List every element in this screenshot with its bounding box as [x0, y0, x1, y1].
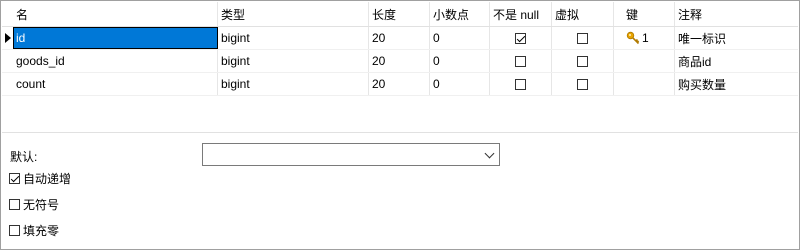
virtual-cell: [552, 27, 614, 49]
field-length-cell[interactable]: 20: [369, 50, 430, 72]
header-length[interactable]: 长度: [369, 2, 430, 26]
row-indicator: [2, 50, 13, 72]
default-label: 默认:: [10, 150, 38, 164]
virtual-cell: [552, 50, 614, 72]
virtual-checkbox[interactable]: [577, 55, 588, 67]
table-row[interactable]: id bigint 20 0 1 唯一标识: [2, 27, 798, 50]
auto-increment-option[interactable]: 自动递增: [9, 170, 71, 187]
field-comment-cell[interactable]: 商品id: [675, 50, 798, 72]
panel-divider: [2, 132, 798, 133]
fields-grid: 名 类型 长度 小数点 不是 null 虚拟 键 注释 id bigint 20…: [2, 2, 798, 96]
field-type-cell[interactable]: bigint: [218, 27, 369, 49]
key-cell[interactable]: [614, 50, 675, 72]
unsigned-checkbox[interactable]: [9, 199, 20, 210]
unsigned-label: 无符号: [23, 198, 60, 212]
field-type-cell[interactable]: bigint: [218, 50, 369, 72]
zerofill-label: 填充零: [23, 224, 60, 238]
field-name-cell[interactable]: count: [13, 73, 218, 95]
header-indicator: [2, 2, 13, 26]
field-decimals-cell[interactable]: 0: [430, 50, 490, 72]
field-type-cell[interactable]: bigint: [218, 73, 369, 95]
not-null-cell: [490, 73, 552, 95]
key-cell[interactable]: 1: [614, 27, 675, 49]
virtual-checkbox[interactable]: [577, 78, 588, 90]
field-comment-cell[interactable]: 购买数量: [675, 73, 798, 95]
table-row[interactable]: goods_id bigint 20 0 商品id: [2, 50, 798, 73]
header-type[interactable]: 类型: [218, 2, 369, 26]
field-length-cell[interactable]: 20: [369, 27, 430, 49]
field-length-cell[interactable]: 20: [369, 73, 430, 95]
header-not-null[interactable]: 不是 null: [490, 2, 552, 26]
current-row-indicator: [2, 27, 13, 49]
virtual-checkbox[interactable]: [577, 32, 588, 44]
zerofill-option[interactable]: 填充零: [9, 222, 59, 239]
primary-key-icon: [626, 31, 640, 45]
not-null-cell: [490, 50, 552, 72]
table-row[interactable]: count bigint 20 0 购买数量: [2, 73, 798, 96]
auto-increment-label: 自动递增: [23, 172, 72, 186]
row-pointer-icon: [4, 33, 11, 43]
field-decimals-cell[interactable]: 0: [430, 27, 490, 49]
field-name-cell[interactable]: id: [13, 27, 218, 49]
key-cell[interactable]: [614, 73, 675, 95]
header-name[interactable]: 名: [13, 2, 218, 26]
not-null-checkbox[interactable]: [515, 55, 526, 67]
chevron-down-icon: [484, 148, 495, 159]
auto-increment-checkbox[interactable]: [9, 173, 20, 184]
not-null-checkbox[interactable]: [515, 78, 526, 90]
virtual-cell: [552, 73, 614, 95]
zerofill-checkbox[interactable]: [9, 225, 20, 236]
header-decimals[interactable]: 小数点: [430, 2, 490, 26]
field-name-cell[interactable]: goods_id: [13, 50, 218, 72]
unsigned-option[interactable]: 无符号: [9, 196, 59, 213]
field-decimals-cell[interactable]: 0: [430, 73, 490, 95]
not-null-cell: [490, 27, 552, 49]
grid-header: 名 类型 长度 小数点 不是 null 虚拟 键 注释: [2, 2, 798, 27]
default-value-select[interactable]: [202, 143, 500, 166]
header-key[interactable]: 键: [614, 2, 675, 26]
key-order: 1: [642, 31, 649, 45]
not-null-checkbox[interactable]: [515, 32, 526, 44]
field-editor: 名 类型 长度 小数点 不是 null 虚拟 键 注释 id bigint 20…: [0, 0, 800, 250]
field-comment-cell[interactable]: 唯一标识: [675, 27, 798, 49]
row-indicator: [2, 73, 13, 95]
header-virtual[interactable]: 虚拟: [552, 2, 614, 26]
header-comment[interactable]: 注释: [675, 2, 798, 26]
